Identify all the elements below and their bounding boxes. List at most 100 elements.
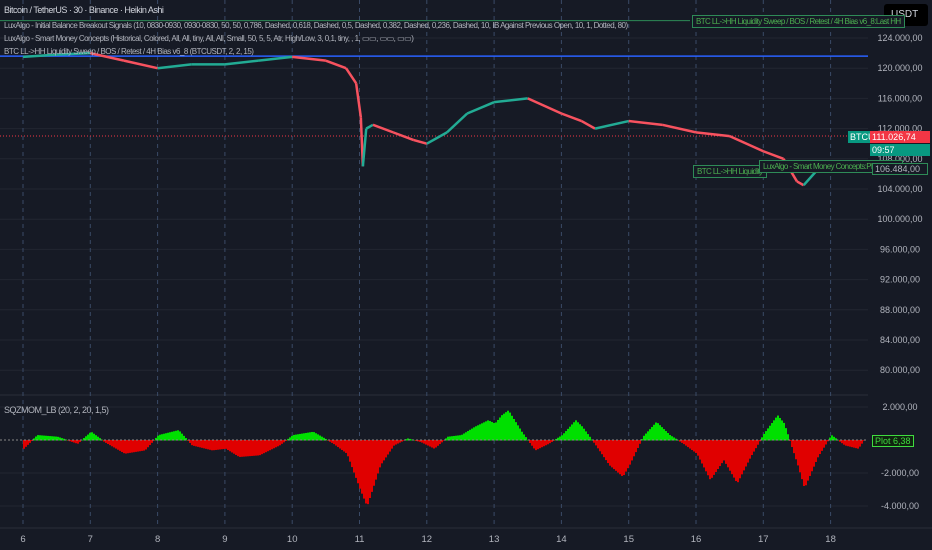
histogram-bar <box>715 440 717 472</box>
histogram-bar <box>775 417 777 441</box>
osc-tick: 2.000,00 <box>882 402 917 412</box>
histogram-bar <box>433 440 435 449</box>
price-tick: 116.000,00 <box>878 93 922 103</box>
histogram-bar <box>649 429 651 441</box>
histogram-bar <box>745 440 747 467</box>
histogram-bar <box>175 430 177 441</box>
histogram-bar <box>707 440 709 476</box>
histogram-bar <box>725 440 727 464</box>
last-price-label: 111.026,74 <box>870 131 930 143</box>
histogram-bar <box>485 421 487 441</box>
histogram-bar <box>223 440 225 449</box>
histogram-bar <box>351 440 353 468</box>
price-segment <box>628 119 663 127</box>
histogram-bar <box>275 440 277 448</box>
histogram-bar <box>575 420 577 441</box>
time-tick: 6 <box>20 534 25 545</box>
price-segment <box>560 112 583 123</box>
histogram-bar <box>619 440 621 475</box>
histogram-bar <box>357 440 359 484</box>
histogram-bar <box>133 440 135 453</box>
histogram-bar <box>737 440 739 483</box>
histogram-bar <box>809 440 811 476</box>
histogram-bar <box>377 440 379 474</box>
histogram-bar <box>769 425 771 441</box>
histogram-bar <box>739 440 741 479</box>
histogram-bar <box>691 440 693 451</box>
histogram-bar <box>139 440 141 452</box>
histogram-bar <box>93 433 95 441</box>
histogram-bar <box>693 440 695 452</box>
histogram-bar <box>583 428 585 441</box>
countdown-label: 09:57 <box>870 144 930 156</box>
histogram-bar <box>163 433 165 441</box>
price-tick: 96.000,00 <box>880 244 920 254</box>
histogram-bar <box>345 440 347 453</box>
histogram-bar <box>515 422 517 441</box>
chart-title: Bitcoin / TetherUS · 30 · Binance · Heik… <box>4 5 164 15</box>
indicator-legend-ib[interactable]: LuxAlgo - Initial Balance Breakout Signa… <box>4 20 628 31</box>
histogram-bar <box>437 440 439 446</box>
histogram-bar <box>603 440 605 458</box>
histogram-bar <box>565 431 567 441</box>
histogram-bar <box>91 432 93 441</box>
histogram-bar <box>229 440 231 452</box>
histogram-bar <box>257 440 259 456</box>
histogram-bar <box>731 440 733 475</box>
histogram-bar <box>395 440 397 445</box>
price-tick: 100.000,00 <box>877 214 922 224</box>
histogram-bar <box>567 428 569 441</box>
histogram-bar <box>141 440 143 451</box>
histogram-bar <box>471 428 473 441</box>
histogram-bar <box>625 440 627 472</box>
time-tick: 15 <box>623 534 634 545</box>
indicator-legend-btc[interactable]: BTC LL->HH Liquidity Sweep / BOS / Retes… <box>4 46 254 57</box>
histogram-bar <box>167 432 169 441</box>
histogram-bar <box>847 440 849 447</box>
histogram-bar <box>273 440 275 449</box>
histogram-bar <box>429 440 431 447</box>
histogram-bar <box>463 433 465 441</box>
histogram-bar <box>269 440 271 451</box>
histogram-bar <box>661 427 663 441</box>
histogram-bar <box>637 440 639 448</box>
histogram-bar <box>211 440 213 451</box>
histogram-bar <box>397 440 399 444</box>
histogram-bar <box>353 440 355 473</box>
histogram-bar <box>241 440 243 457</box>
histogram-bar <box>143 440 145 451</box>
histogram-bar <box>623 440 625 476</box>
histogram-bar <box>247 440 249 457</box>
price-segment <box>594 119 629 130</box>
plot-value: 6,38 <box>893 436 911 446</box>
oscillator-legend[interactable]: SQZMOM_LB (20, 2, 20, 1,5) <box>4 405 109 416</box>
histogram-bar <box>825 440 827 445</box>
histogram-bar <box>747 440 749 463</box>
price-tick: 92.000,00 <box>880 275 920 285</box>
histogram-bar <box>497 419 499 441</box>
histogram-bar <box>481 423 483 441</box>
histogram-bar <box>315 433 317 441</box>
histogram-bar <box>203 440 205 449</box>
histogram-bar <box>709 440 711 480</box>
histogram-bar <box>263 440 265 454</box>
histogram-bar <box>849 440 851 447</box>
chart-canvas[interactable]: 124.000,00 120.000,00 116.000,00 11 2.000,00… <box>0 0 932 550</box>
histogram-bar <box>537 440 539 450</box>
histogram-bar <box>635 440 637 453</box>
histogram-bar <box>205 440 207 449</box>
level-label: 106.484,00 <box>872 163 928 175</box>
histogram-bar <box>699 440 701 460</box>
histogram-bar <box>383 440 385 461</box>
histogram-bar <box>117 440 119 450</box>
histogram-bar <box>697 440 699 456</box>
histogram-bar <box>27 440 29 445</box>
price-segment <box>426 131 448 145</box>
indicator-legend-smc[interactable]: LuxAlgo - Smart Money Concepts (Historic… <box>4 33 414 44</box>
histogram-bar <box>149 440 151 446</box>
price-segment <box>361 128 368 167</box>
histogram-bar <box>509 412 511 441</box>
histogram-bar <box>733 440 735 478</box>
last-hh-tag: BTC LL->HH Liquidity Sweep / BOS / Retes… <box>692 15 905 28</box>
price-segment <box>123 59 158 70</box>
